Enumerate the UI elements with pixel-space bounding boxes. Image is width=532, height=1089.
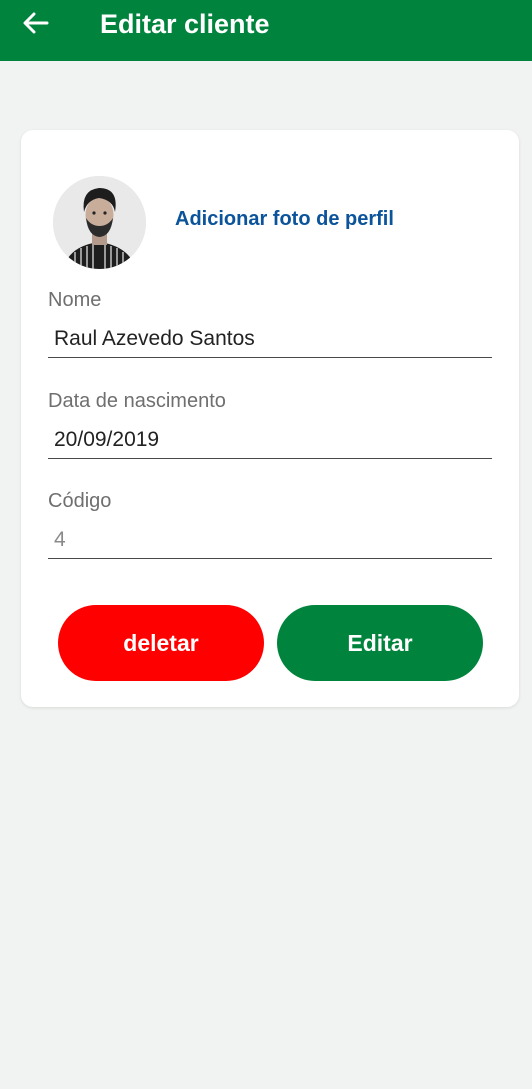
- name-input[interactable]: Raul Azevedo Santos: [48, 320, 492, 358]
- name-label: Nome: [48, 289, 102, 311]
- page-title: Editar cliente: [100, 9, 270, 39]
- delete-button[interactable]: deletar: [58, 605, 264, 681]
- add-profile-photo-link[interactable]: Adicionar foto de perfil: [175, 208, 394, 231]
- birth-date-input[interactable]: 20/09/2019: [48, 421, 492, 459]
- name-field: Nome Raul Azevedo Santos: [48, 288, 492, 358]
- profile-photo: [53, 176, 146, 269]
- avatar[interactable]: [53, 176, 146, 269]
- birth-date-field: Data de nascimento 20/09/2019: [48, 389, 492, 459]
- code-field: Código 4: [48, 489, 492, 559]
- client-form-card: Adicionar foto de perfil Nome Raul Azeve…: [21, 130, 519, 707]
- code-input: 4: [48, 521, 492, 559]
- code-label: Código: [48, 490, 112, 512]
- app-bar: Editar cliente: [0, 0, 532, 61]
- back-button[interactable]: [18, 8, 54, 38]
- edit-button[interactable]: Editar: [277, 605, 483, 681]
- birth-date-label: Data de nascimento: [48, 390, 226, 412]
- arrow-left-icon: [23, 12, 49, 34]
